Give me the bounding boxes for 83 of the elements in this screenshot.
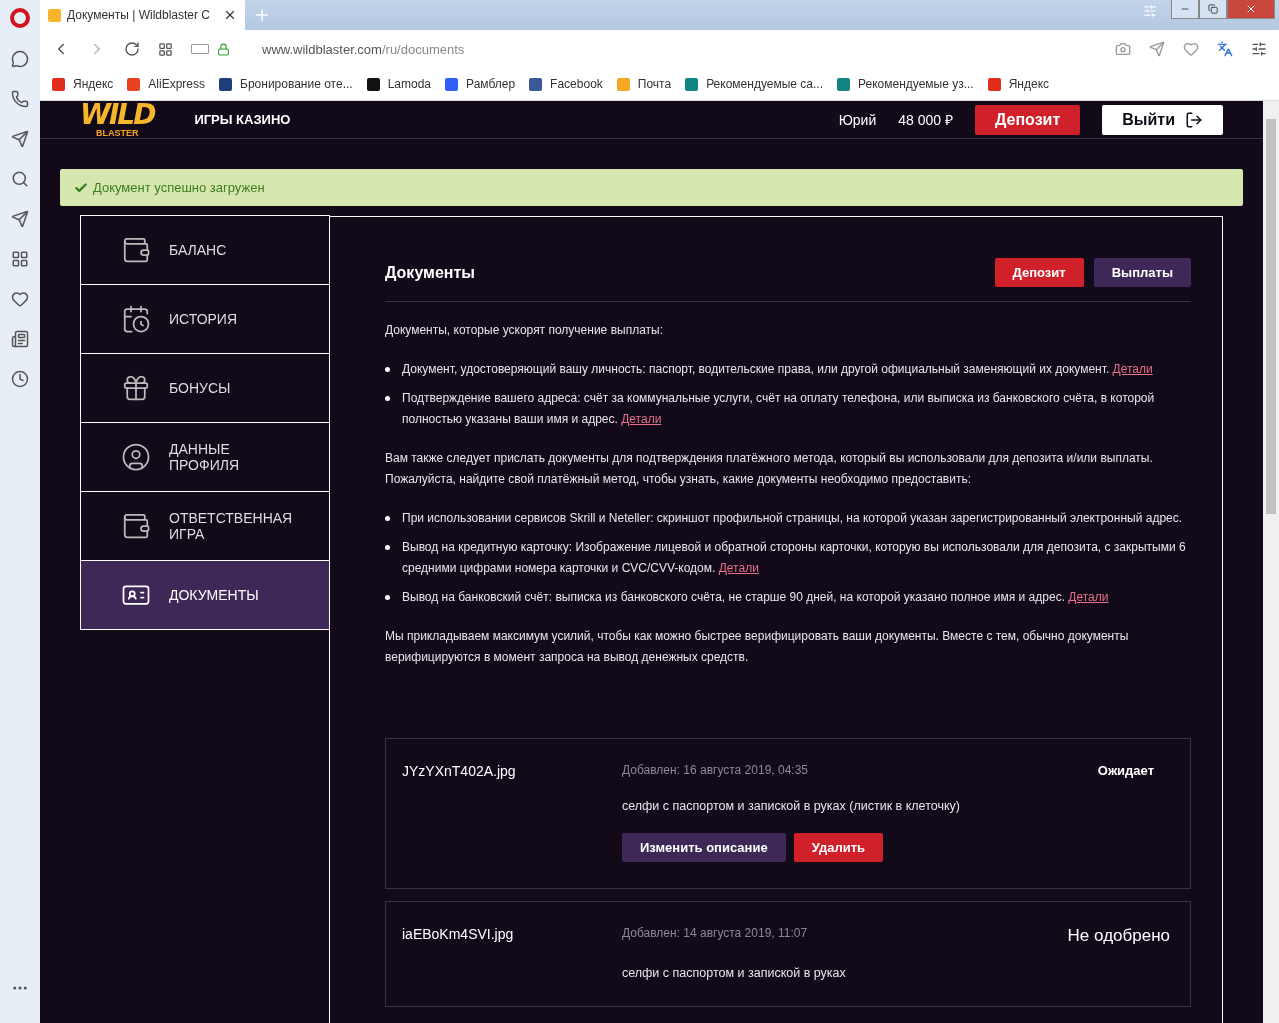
menu-icon [121,442,151,472]
bookmark-link[interactable]: Рекомендуемые са... [685,77,823,91]
maximize-button[interactable] [1199,0,1227,19]
paragraph: Вам также следует прислать документы для подтверждения платёжного метода, который вы использовали для депозита и/или выплаты. Пожалуйста, найдите свой платёжный метод, чтобы узнать, какие документы необходимо предоставить: [385,450,1154,488]
list-item: Подтверждение вашего адреса: счёт за коммунальные услуги, счёт на оплату телефона, или выписка из банковского счёта, в которой полностью указаны ваши имя и адрес. Детали [402,390,1156,428]
document-status: Не одобрено [1067,926,1171,946]
menu-icon [121,235,151,265]
bookmark-link[interactable]: Яндекс [987,77,1050,91]
restore-icon [1208,4,1218,14]
address-field[interactable]: www.wildblaster.com/ru/documents [262,41,1097,57]
sidebar-app-icon[interactable] [11,210,29,228]
sidebar-app-icon[interactable] [11,50,29,68]
sidebar-app-icon[interactable] [11,90,29,108]
menu-item[interactable]: ДОКУМЕНТЫ [80,560,330,630]
bullet-icon [385,396,390,401]
close-icon[interactable] [223,8,237,22]
translate-icon[interactable] [1217,41,1233,57]
balance-amount: 48 000 ₽ [898,111,953,129]
page-title: Документы [385,263,476,282]
list-item: Вывод на банковский счёт: выписка из банковского счёта, не старше 90 дней, на которой указано полное имя и адрес. Детали [402,589,1109,606]
bullet-icon [385,545,390,550]
bookmark-link[interactable]: Lamoda [366,77,432,91]
user-name: Юрий [838,111,877,128]
bullet-icon [385,516,390,521]
send-icon[interactable] [1149,41,1165,57]
action-button[interactable]: Выплаты [1093,258,1191,287]
document-description: селфи с паспортом и запиской в руках (листик в клеточку) [622,799,961,813]
lock-icon [217,42,230,56]
sidebar-app-icon[interactable] [11,250,29,268]
menu-icon [121,304,151,334]
added-date: Добавлен: 16 августа 2019, 04:35 [622,763,809,779]
site-favicon-icon [48,8,61,22]
scrollbar-thumb[interactable] [1266,119,1276,514]
deposit-button[interactable]: Депозит [974,104,1081,135]
document-action-button[interactable]: Удалить [793,833,883,862]
bookmark-link[interactable]: Рекомендуемые уз... [837,77,974,91]
sidebar-app-icon[interactable] [11,370,29,388]
list-item: Документ, удостоверяющий вашу личность: паспорт, водительские права, или другой официальный заменяющий их документ. Детали [402,361,1153,378]
paragraph: Документы, которые ускорят получение выплаты: [385,322,664,339]
speed-dial-icon[interactable] [158,41,173,57]
document-status: Ожидает [1097,763,1155,779]
action-button[interactable]: Депозит [994,258,1084,287]
menu-icon [121,373,151,403]
list-item: Вывод на кредитную карточку: Изображение лицевой и обратной стороны карточки, которую вы использовали для депозита, с закрытыми 6 средними цифрами номера карточки и CVC/CVV-кодом. Детали [402,539,1187,577]
reload-icon[interactable] [124,41,140,57]
details-link[interactable]: Детали [1068,590,1109,604]
bullet-icon [385,595,390,600]
nav-link[interactable]: ИГРЫ КАЗИНО [194,112,291,127]
sidebar-app-icon[interactable] [11,170,29,188]
bookmark-link[interactable]: Яндекс [52,77,114,91]
opera-logo-icon[interactable] [10,8,30,28]
browser-tab[interactable]: Документы | Wildblaster C [40,0,245,30]
list-item: При использовании сервисов Skrill и Neteller: скриншот профильной страницы, на которой указан зарегистрированный электронный адрес. [402,510,1183,527]
menu-item[interactable]: БАЛАНС [80,215,330,285]
added-date: Добавлен: 14 августа 2019, 11:07 [622,926,809,942]
document-description: селфи с паспортом и запиской в руках [622,966,847,980]
bookmark-link[interactable]: Facebook [529,77,603,91]
details-link[interactable]: Детали [621,412,662,426]
sidebar-app-icon[interactable] [11,330,29,348]
paragraph: Мы прикладываем максимум усилий, чтобы как можно быстрее верифицировать ваши документы. Вместе с тем, обычно документы верифицируются в момент запроса на вывод денежных средств. [385,628,1130,666]
file-name: JYzYXnT402A.jpg [402,763,517,779]
sidebar-app-icon[interactable] [11,290,29,308]
bullet-icon [385,367,390,372]
check-icon [74,180,88,195]
close-icon [1245,3,1257,15]
bookmark-link[interactable]: Рамблер [445,77,516,91]
settings-icon[interactable] [1251,41,1267,57]
bookmark-link[interactable]: Почта [616,77,672,91]
menu-icon [121,511,151,541]
bookmark-link[interactable]: AliExpress [127,77,206,91]
logout-button[interactable]: Выйти [1102,104,1223,135]
alert-text: Документ успешно загружен [93,180,265,195]
minimize-button[interactable] [1171,0,1199,19]
sidebar-app-icon[interactable] [11,130,29,148]
details-link[interactable]: Детали [1112,362,1153,376]
heart-icon[interactable] [1183,41,1199,57]
camera-icon[interactable] [1115,41,1131,57]
document-action-button[interactable]: Изменить описание [622,833,786,862]
logout-icon [1185,110,1203,129]
details-link[interactable]: Детали [718,561,759,575]
file-name: iaEBoKm4SVI.jpg [402,926,515,944]
site-logo[interactable]: WILD BLASTER [80,101,155,138]
bookmark-link[interactable]: Бронирование оте... [219,77,353,91]
